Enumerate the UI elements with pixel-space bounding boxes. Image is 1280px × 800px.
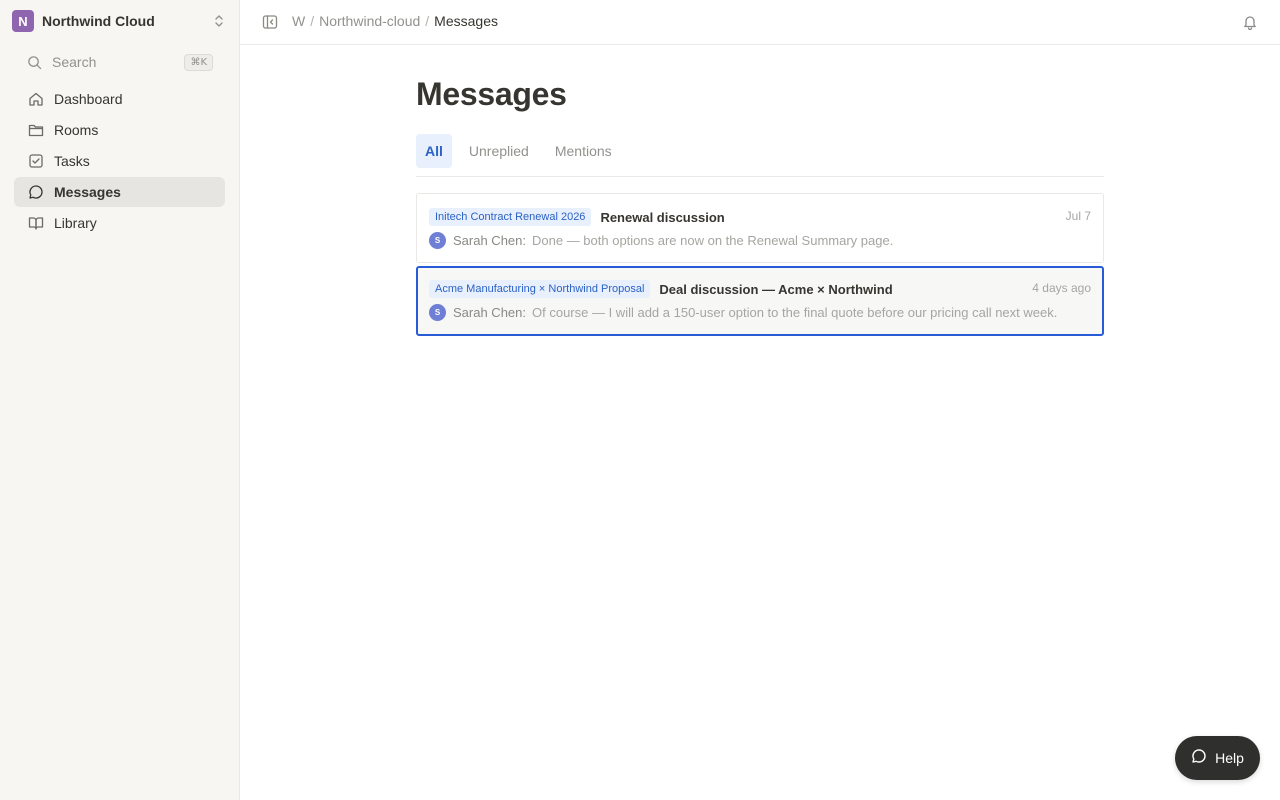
thread-subject: Renewal discussion (600, 209, 725, 225)
search-shortcut-hint: ⌘K (184, 53, 213, 71)
sidebar-item-label: Dashboard (54, 91, 123, 107)
message-header: Initech Contract Renewal 2026 Renewal di… (429, 208, 725, 226)
message-header: Acme Manufacturing × Northwind Proposal … (429, 280, 893, 298)
sender-name: Sarah Chen: (453, 233, 526, 248)
page-title: Messages (416, 76, 567, 112)
thread-subject: Deal discussion — Acme × Northwind (659, 281, 893, 297)
search-label: Search (52, 54, 97, 70)
workspace-name: Northwind Cloud (42, 13, 155, 29)
help-button[interactable]: Help (1175, 736, 1260, 780)
search-icon (26, 54, 42, 70)
book-icon (28, 215, 44, 231)
top-bar: W / Northwind-cloud / Messages (240, 0, 1280, 45)
tab-all[interactable]: All (416, 134, 452, 168)
sidebar-item-dashboard[interactable]: Dashboard (14, 84, 225, 114)
message-thread[interactable]: Initech Contract Renewal 2026 Renewal di… (416, 193, 1104, 263)
breadcrumb-project[interactable]: Northwind-cloud (319, 13, 420, 29)
chevron-up-down-icon (212, 14, 226, 28)
tab-mentions[interactable]: Mentions (546, 134, 621, 168)
message-filter-tabs: All Unreplied Mentions (416, 134, 1104, 177)
search-button[interactable]: Search ⌘K (14, 47, 225, 77)
sidebar-item-messages[interactable]: Messages (14, 177, 225, 207)
sidebar-item-library[interactable]: Library (14, 208, 225, 238)
breadcrumb-separator: / (425, 13, 430, 29)
message-thread[interactable]: Acme Manufacturing × Northwind Proposal … (416, 266, 1104, 336)
breadcrumb: W / Northwind-cloud / Messages (292, 13, 498, 29)
message-timestamp: Jul 7 (1065, 209, 1091, 223)
room-tag: Acme Manufacturing × Northwind Proposal (429, 280, 651, 298)
chat-bubble-icon (1191, 748, 1207, 769)
sidebar-item-tasks[interactable]: Tasks (14, 146, 225, 176)
workspace-logo: N (12, 10, 34, 32)
sidebar: N Northwind Cloud Search ⌘K Dashboard Ro… (0, 0, 240, 800)
sidebar-item-label: Tasks (54, 153, 90, 169)
workspace-switcher[interactable]: N Northwind Cloud (12, 10, 228, 32)
folder-icon (28, 122, 44, 138)
message-preview-row: S Sarah Chen: Done — both options are no… (429, 232, 893, 249)
sidebar-item-label: Library (54, 215, 97, 231)
message-preview: Of course — I will add a 150-user option… (532, 305, 1058, 320)
message-preview: Done — both options are now on the Renew… (532, 233, 894, 248)
home-icon (28, 91, 44, 107)
breadcrumb-workspace[interactable]: W (292, 13, 305, 29)
message-list: Initech Contract Renewal 2026 Renewal di… (416, 193, 1104, 339)
sidebar-item-label: Messages (54, 184, 121, 200)
chat-bubble-icon (28, 184, 44, 200)
sender-name: Sarah Chen: (453, 305, 526, 320)
help-label: Help (1215, 750, 1244, 766)
breadcrumb-current: Messages (434, 13, 498, 29)
bell-icon[interactable] (1242, 14, 1258, 31)
sidebar-item-rooms[interactable]: Rooms (14, 115, 225, 145)
message-timestamp: 4 days ago (1032, 281, 1091, 295)
message-preview-row: S Sarah Chen: Of course — I will add a 1… (429, 304, 1057, 321)
sidebar-item-label: Rooms (54, 122, 99, 138)
breadcrumb-separator: / (310, 13, 315, 29)
sidebar-nav: Dashboard Rooms Tasks Messages Library (14, 84, 225, 239)
avatar: S (429, 232, 446, 249)
checkbox-icon (28, 153, 44, 169)
room-tag: Initech Contract Renewal 2026 (429, 208, 592, 226)
sidebar-toggle-icon[interactable] (262, 14, 278, 30)
avatar: S (429, 304, 446, 321)
tab-unreplied[interactable]: Unreplied (460, 134, 538, 168)
